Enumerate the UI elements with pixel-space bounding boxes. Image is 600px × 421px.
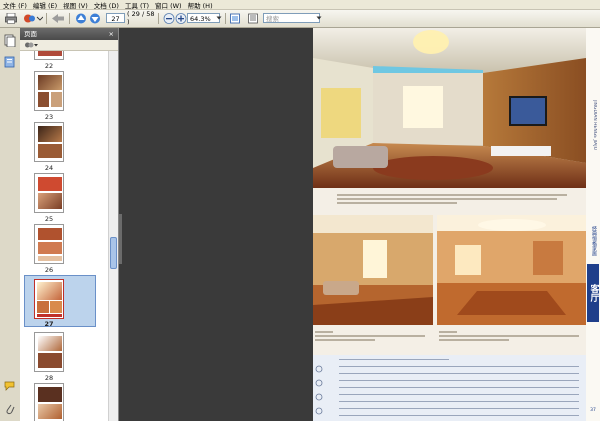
toolbar-separator (46, 13, 47, 24)
living-room-photo-right (437, 215, 586, 325)
caption-right (439, 328, 585, 348)
comments-icon[interactable] (4, 380, 16, 393)
thumbnail-label: 25 (44, 215, 54, 223)
thumbnail-page[interactable] (34, 383, 64, 421)
toolbar-separator (158, 13, 159, 24)
thumbnail-label: 24 (44, 164, 54, 172)
page-side-strip: JINGDIAN HENGE JIAJU 经典恒格家居 37 (586, 28, 600, 421)
menu-window[interactable]: 窗口 (W) (152, 0, 185, 10)
menu-document[interactable]: 文档 (D) (91, 0, 122, 10)
menu-help[interactable]: 帮助 (H) (185, 0, 216, 10)
body-text-block (313, 355, 586, 421)
toolbar-separator (225, 13, 226, 24)
thumbnail-page[interactable] (34, 122, 64, 162)
bullet-icon (315, 365, 323, 375)
back-icon[interactable] (50, 12, 66, 24)
navigation-rail (0, 28, 21, 421)
page-count-label: ( 29 / 58 ) (127, 10, 155, 26)
thumbnail-page[interactable] (34, 173, 64, 213)
side-pinyin-text: JINGDIAN HENGE JIAJU (592, 100, 597, 150)
menu-edit[interactable]: 编辑 (E) (30, 0, 60, 10)
thumbnail-page[interactable] (34, 224, 64, 264)
search-input[interactable]: 搜索 (263, 13, 320, 23)
text-line (339, 387, 579, 388)
text-line (339, 373, 579, 374)
panel-header: 页面 × (20, 28, 118, 40)
print-icon[interactable] (4, 12, 17, 24)
page-down-icon[interactable] (88, 12, 101, 24)
zoom-in-icon[interactable] (174, 12, 187, 24)
thumbnail-page[interactable] (34, 71, 64, 111)
toolbar-separator (69, 13, 70, 24)
page-layout-icon[interactable] (246, 12, 259, 24)
thumbnail-label: 22 (44, 62, 54, 70)
thumbnail-label-selected: 27 (44, 320, 54, 328)
scrollbar-thumb[interactable] (110, 237, 117, 269)
thumbnail-scrollbar[interactable] (108, 51, 118, 421)
bullet-icon (315, 407, 323, 417)
search-dropdown-icon[interactable] (316, 12, 322, 24)
bookmarks-icon[interactable] (4, 56, 16, 70)
pdf-page: JINGDIAN HENGE JIAJU 经典恒格家居 37 客厅 (313, 28, 600, 421)
text-line (339, 401, 579, 402)
text-line (339, 366, 579, 367)
thumbnail-page[interactable] (34, 279, 64, 319)
menu-bar: 文件 (F) 编辑 (E) 视图 (V) 文档 (D) 工具 (T) 窗口 (W… (0, 0, 600, 10)
close-icon[interactable]: × (109, 28, 114, 40)
living-room-photo-top (313, 28, 586, 188)
panel-title: 页面 (24, 30, 37, 38)
thumbnail-list: 22 23 24 25 26 27 28 (20, 51, 108, 421)
thumbnail-page[interactable] (34, 332, 64, 372)
share-icon[interactable] (23, 12, 43, 24)
panel-splitter[interactable] (119, 214, 122, 264)
caption-top (337, 191, 577, 209)
attachment-icon[interactable] (5, 403, 15, 417)
page-up-icon[interactable] (74, 12, 87, 24)
menu-file[interactable]: 文件 (F) (0, 0, 30, 10)
toolbar: 27 ( 29 / 58 ) 64.3% 搜索 (0, 10, 600, 28)
thumbnail-label: 28 (44, 374, 54, 382)
fit-page-icon[interactable] (228, 12, 241, 24)
panel-options (20, 40, 118, 51)
thumbnail-label: 26 (44, 266, 54, 274)
bullet-icon (315, 393, 323, 403)
menu-tools[interactable]: 工具 (T) (122, 0, 152, 10)
side-chinese-text: 经典恒格家居 (591, 226, 597, 256)
chevron-down-icon[interactable] (216, 12, 222, 24)
text-line (339, 394, 579, 395)
document-viewport[interactable]: JINGDIAN HENGE JIAJU 经典恒格家居 37 客厅 (119, 28, 600, 421)
text-line (339, 380, 579, 381)
options-icon[interactable] (24, 41, 38, 51)
page-folio: 37 (590, 408, 596, 413)
text-line (339, 415, 579, 416)
thumbnail-page[interactable] (34, 51, 64, 60)
thumbnail-label: 23 (44, 113, 54, 121)
pages-icon[interactable] (4, 34, 16, 49)
menu-view[interactable]: 视图 (V) (60, 0, 91, 10)
text-line (339, 359, 449, 360)
page-number-input[interactable]: 27 (106, 13, 125, 23)
bullet-icon (315, 379, 323, 389)
caption-left (315, 328, 433, 348)
text-line (339, 408, 579, 409)
living-room-photo-left (313, 215, 433, 325)
section-tab: 客厅 (587, 264, 599, 322)
pages-panel: 页面 × 22 23 24 25 26 27 28 (20, 28, 119, 421)
section-tab-label: 客厅 (588, 284, 599, 302)
